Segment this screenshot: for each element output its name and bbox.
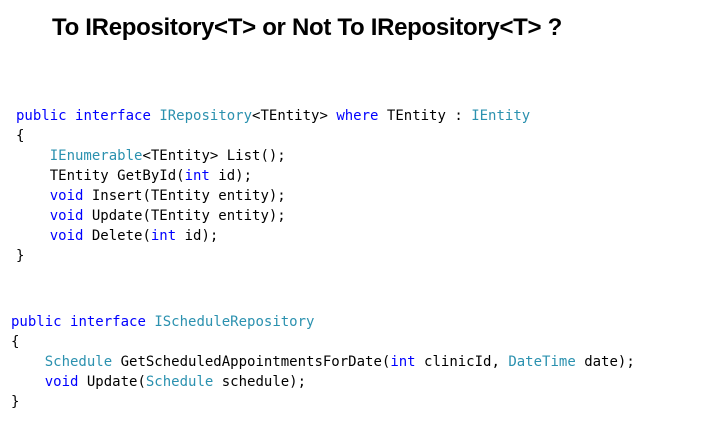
code-token-plain: id);	[209, 168, 253, 184]
code-token-plain: <TEntity>	[252, 108, 337, 124]
code-line: public interface IScheduleRepository	[11, 312, 635, 332]
code-line: }	[16, 246, 530, 266]
code-token-plain: id);	[176, 228, 219, 244]
code-token-type: IScheduleRepository	[154, 314, 315, 330]
code-line: IEnumerable<TEntity> List();	[16, 146, 530, 166]
code-token-plain: clinicId,	[415, 354, 509, 370]
code-token-type: IEnumerable	[49, 148, 143, 164]
code-line: {	[11, 332, 635, 352]
code-token-keyword: void	[49, 188, 84, 204]
code-token-keyword: public	[11, 314, 62, 330]
code-token-plain: GetScheduledAppointmentsForDate(	[112, 354, 391, 370]
code-token-plain: TEntity GetById(	[16, 168, 185, 184]
code-token-plain: Update(TEntity entity);	[83, 208, 286, 224]
code-token-keyword: int	[184, 168, 210, 184]
code-line: public interface IRepository<TEntity> wh…	[16, 106, 530, 126]
code-token-keyword: void	[49, 228, 84, 244]
code-token-keyword: int	[390, 354, 416, 370]
code-line: TEntity GetById(int id);	[16, 166, 530, 186]
code-token-keyword: interface	[75, 108, 151, 124]
code-line: void Update(TEntity entity);	[16, 206, 530, 226]
code-token-plain: {	[11, 334, 20, 350]
code-token-keyword: interface	[70, 314, 146, 330]
code-line: Schedule GetScheduledAppointmentsForDate…	[11, 352, 635, 372]
code-token-plain: Insert(TEntity entity);	[83, 188, 286, 204]
code-token-keyword: void	[49, 208, 84, 224]
code-line: {	[16, 126, 530, 146]
code-token-type: IRepository	[159, 108, 253, 124]
code-token-plain: {	[16, 128, 25, 144]
code-block-irepository: public interface IRepository<TEntity> wh…	[16, 106, 530, 266]
code-token-type: DateTime	[508, 354, 576, 370]
code-token-type: Schedule	[145, 374, 214, 390]
code-line: void Insert(TEntity entity);	[16, 186, 530, 206]
code-token-keyword: where	[336, 108, 379, 124]
code-token-plain: <TEntity> List();	[142, 148, 286, 164]
code-token-plain: }	[16, 248, 25, 264]
code-block-ischedulerepository: public interface IScheduleRepository { Sc…	[11, 312, 635, 412]
slide-title: To IRepository<T> or Not To IRepository<…	[52, 14, 562, 41]
code-line: void Delete(int id);	[16, 226, 530, 246]
code-token-plain: TEntity :	[378, 108, 472, 124]
code-line: }	[11, 392, 635, 412]
code-token-plain: }	[11, 394, 20, 410]
code-token-keyword: public	[16, 108, 67, 124]
code-token-plain: Delete(	[83, 228, 151, 244]
code-token-type: Schedule	[44, 354, 113, 370]
code-token-plain: Update(	[78, 374, 146, 390]
code-token-plain: schedule);	[213, 374, 307, 390]
code-token-plain: date);	[575, 354, 635, 370]
code-line: void Update(Schedule schedule);	[11, 372, 635, 392]
code-token-keyword: void	[44, 374, 79, 390]
code-token-type: IEntity	[471, 108, 531, 124]
code-token-keyword: int	[150, 228, 177, 244]
